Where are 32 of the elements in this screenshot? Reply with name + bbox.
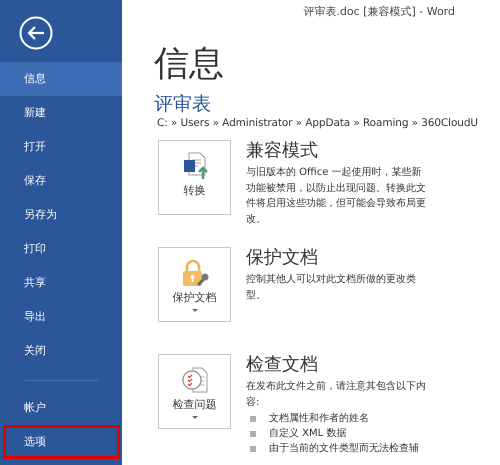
menu-item[interactable]: 帐户 xyxy=(0,391,122,425)
page-heading: 信息 xyxy=(154,44,225,84)
window-title: 评审表.doc [兼容模式] - Word xyxy=(302,4,456,18)
bullet-icon xyxy=(250,416,256,422)
bullet-icon xyxy=(250,446,256,452)
section-title: 检查文档 xyxy=(246,354,319,376)
menu-item[interactable]: 新建 xyxy=(0,96,122,130)
bullet-icon xyxy=(250,430,256,436)
menu-item[interactable]: 关闭 xyxy=(0,334,122,368)
menu-item[interactable]: 保存 xyxy=(0,164,122,198)
section-title: 保护文档 xyxy=(246,247,319,269)
checklist-document-icon xyxy=(180,365,210,395)
list-item: 由于当前的文件类型而无法检查辅 xyxy=(269,442,419,456)
list-item: 自定义 XML 数据 xyxy=(269,426,346,441)
section-title: 兼容模式 xyxy=(246,140,319,162)
menu-item[interactable]: 导出 xyxy=(0,300,122,334)
section-description: 控制其他人可以对此文档所做的更改类型。 xyxy=(246,272,417,302)
toolbar-button[interactable]: 转换 xyxy=(158,140,231,215)
menu-item[interactable]: 打开 xyxy=(0,130,122,164)
menu-item[interactable]: 信息 xyxy=(0,62,122,96)
menu-item[interactable]: 共享 xyxy=(0,266,122,300)
file-path: C: » Users » Administrator » AppData » Roaming » 360CloudU xyxy=(157,117,479,129)
list-item: 文档属性和作者的姓名 xyxy=(269,412,369,426)
menu-item[interactable]: 另存为 xyxy=(0,198,122,232)
document-name: 评审表 xyxy=(154,92,212,116)
toolbar-button[interactable]: 检查问题 xyxy=(158,354,231,429)
section-description: 在发布此文件之前，请注意其包含以下内容: xyxy=(246,380,427,410)
section-description: 与旧版本的 Office 一起使用时，某些新功能被禁用，以防止出现问题。转换此文件将启用这些功能，但可能会导致布局更改。 xyxy=(246,166,427,226)
menu-item[interactable]: 打印 xyxy=(0,232,122,266)
menu-item[interactable]: 选项 xyxy=(3,425,120,459)
back-icon[interactable] xyxy=(19,16,53,50)
toolbar-button[interactable]: 保护文档 xyxy=(158,247,231,322)
